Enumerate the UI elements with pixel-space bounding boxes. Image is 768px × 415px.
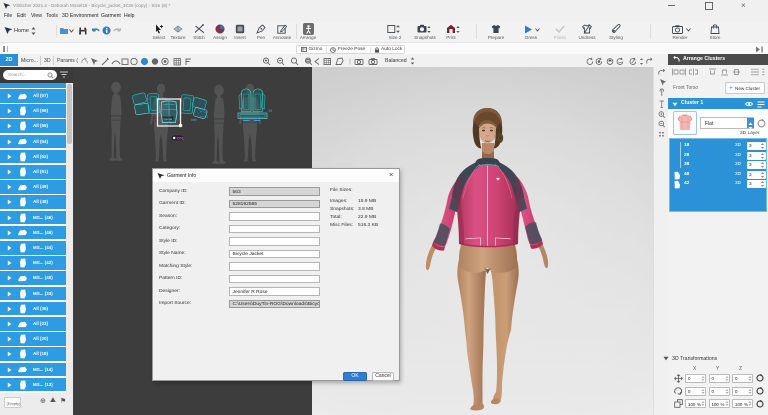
svg-text:Center: Center (163, 117, 172, 121)
svg-text:C01: C01 (177, 136, 185, 141)
svg-text:38: 38 (269, 109, 273, 113)
svg-text:⊢ 0.1: ⊢ 0.1 (200, 115, 208, 119)
svg-text:⊢ 0.1: ⊢ 0.1 (200, 110, 208, 114)
